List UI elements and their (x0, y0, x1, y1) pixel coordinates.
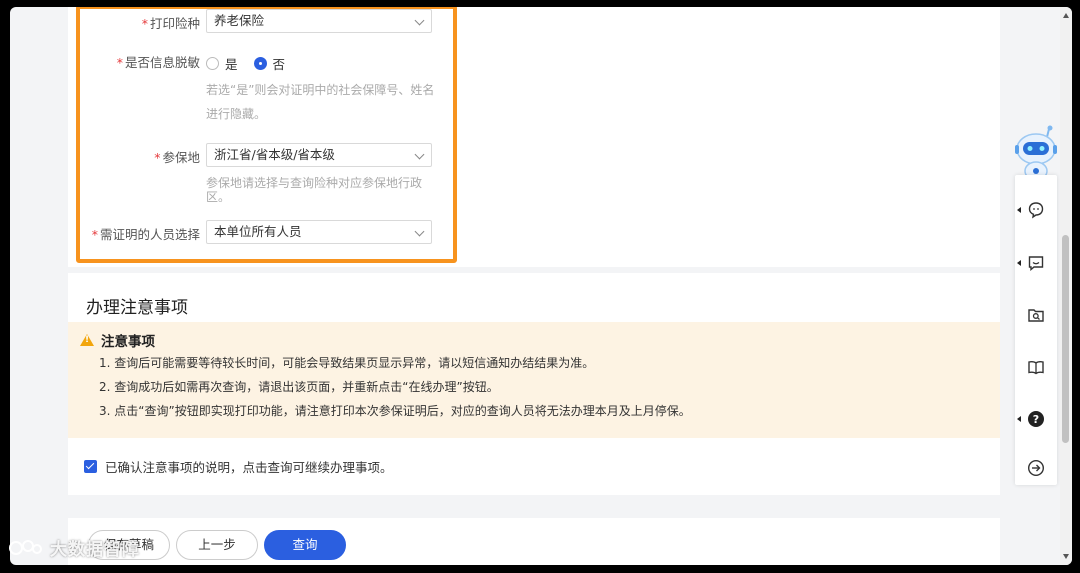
action-bar: 保存草稿 上一步 查询 (68, 518, 1000, 565)
confirm-row: 已确认注意事项的说明，点击查询可继续办理事项。 (84, 457, 393, 476)
caret-left-icon (1017, 416, 1021, 422)
radio-yes[interactable] (206, 57, 219, 70)
persons-select[interactable]: 本单位所有人员 (206, 220, 432, 244)
side-item-message[interactable] (1015, 245, 1057, 281)
notice-title: 注意事项 (101, 334, 155, 350)
insured-place-select[interactable]: 浙江省/省本级/省本级 (206, 143, 432, 167)
chat-bubble-icon (1028, 202, 1044, 219)
notice-item: 3. 点击“查询”按钮即实现打印功能，请注意打印本次参保证明后，对应的查询人员将… (99, 404, 691, 418)
chevron-down-icon (414, 149, 425, 160)
arrow-right-circle-icon (1027, 459, 1045, 477)
watermark-text: 大数据智障 (50, 540, 140, 560)
hint-line: 若选“是”则会对证明中的社会保障号、姓名 (206, 83, 435, 97)
print-type-value: 养老保险 (214, 13, 265, 28)
print-type-select[interactable]: 养老保险 (206, 9, 432, 33)
watermark-logo-icon (9, 539, 42, 555)
help-circle-icon: ? (1028, 411, 1044, 427)
notice-header: 注意事项 (80, 330, 155, 350)
desensitize-label: * 是否信息脱敏 (116, 55, 200, 70)
chevron-down-icon (414, 15, 425, 26)
desensitize-hint: 若选“是”则会对证明中的社会保障号、姓名 进行隐藏。 (206, 81, 438, 123)
notice-item: 1. 查询后可能需要等待较长时间，可能会导致结果页显示异常，请以短信通知办结结果… (99, 356, 595, 370)
radio-no[interactable] (253, 57, 267, 70)
side-item-chat[interactable] (1015, 192, 1057, 228)
confirm-checkbox[interactable] (84, 460, 97, 473)
svg-text:?: ? (1033, 413, 1039, 426)
side-toolbar: ? (1015, 175, 1057, 485)
confirm-label[interactable]: 已确认注意事项的说明，点击查询可继续办理事项。 (105, 457, 393, 476)
side-item-folder-search[interactable] (1015, 297, 1057, 333)
scroll-down-icon[interactable] (1063, 554, 1069, 559)
notes-title: 办理注意事项 (86, 298, 188, 318)
book-icon (1028, 361, 1044, 375)
watermark: 大数据智障 (8, 535, 140, 560)
side-item-help[interactable]: ? (1015, 401, 1057, 437)
insured-place-value: 浙江省/省本级/省本级 (214, 147, 335, 162)
prev-step-button[interactable]: 上一步 (176, 530, 258, 560)
caret-left-icon (1017, 260, 1021, 266)
scroll-up-icon[interactable] (1063, 13, 1069, 18)
warning-icon (80, 334, 94, 346)
persons-value: 本单位所有人员 (214, 224, 302, 239)
query-button[interactable]: 查询 (264, 530, 346, 560)
desensitize-radio-group: 是 否 (206, 54, 285, 73)
app-screen: * 打印险种 养老保险 * 是否信息脱敏 是 否 若选“是”则会对证明中的社会保障号… (10, 7, 1072, 565)
side-item-book[interactable] (1015, 349, 1057, 385)
insured-place-label: * 参保地 (154, 150, 200, 165)
radio-yes-label[interactable]: 是 (225, 54, 238, 73)
side-item-exit[interactable] (1015, 450, 1057, 486)
print-type-label: * 打印险种 (141, 16, 200, 31)
notes-card: 办理注意事项 注意事项 1. 查询后可能需要等待较长时间，可能会导致结果页显示异… (68, 273, 1000, 495)
hint-line: 进行隐藏。 (206, 107, 267, 121)
insured-place-hint: 参保地请选择与查询险种对应参保地行政 区。 (206, 174, 438, 206)
chevron-down-icon (414, 226, 425, 237)
scroll-thumb[interactable] (1062, 235, 1069, 443)
hint-line: 参保地请选择与查询险种对应参保地行政 (206, 176, 423, 190)
caret-left-icon (1017, 207, 1021, 213)
scrollbar[interactable] (1060, 7, 1072, 565)
persons-label: * 需证明的人员选择 (91, 227, 200, 242)
folder-search-icon (1028, 309, 1044, 322)
notice-box: 注意事项 1. 查询后可能需要等待较长时间，可能会导致结果页显示异常，请以短信通… (68, 322, 1000, 438)
radio-no-label[interactable]: 否 (273, 54, 286, 73)
notice-item: 2. 查询成功后如需再次查询，请退出该页面，并重新点击“在线办理”按钮。 (99, 380, 499, 394)
message-box-icon (1028, 256, 1044, 271)
